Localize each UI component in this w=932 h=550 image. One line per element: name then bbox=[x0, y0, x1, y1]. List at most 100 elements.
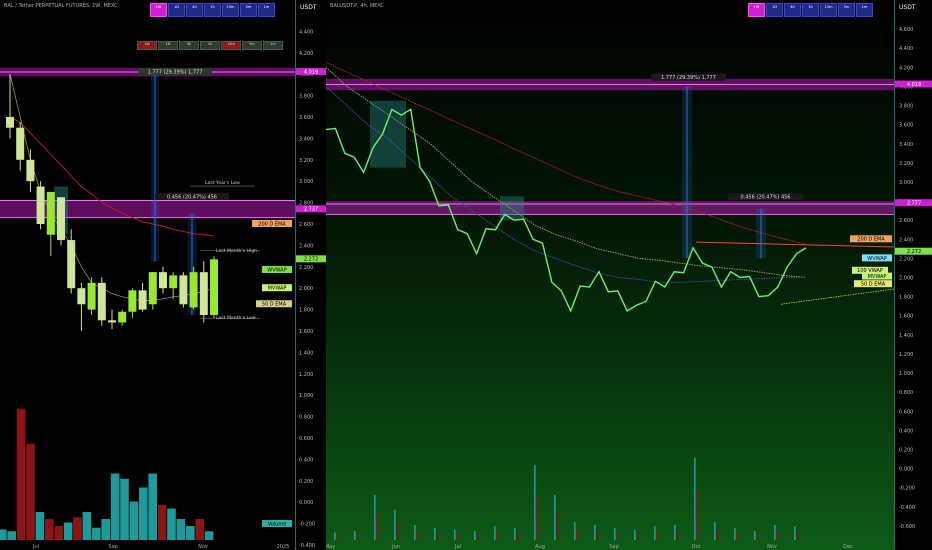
timeframe-tag-1h: 1h bbox=[200, 41, 220, 50]
x-tick-label: Jul bbox=[32, 544, 39, 550]
x-tick-label: Sep bbox=[609, 544, 618, 550]
y-tick-label: 3.000 bbox=[899, 180, 913, 186]
x-tick-label: Oct bbox=[692, 544, 701, 550]
volume-bar bbox=[7, 531, 17, 540]
volume-bar bbox=[597, 531, 599, 540]
candle-body bbox=[6, 117, 14, 128]
resistance-line bbox=[695, 241, 894, 248]
volume-bar bbox=[777, 531, 779, 540]
volume-bar bbox=[374, 495, 376, 540]
y-tick-label: 0.400 bbox=[899, 428, 913, 434]
y-tick-label: 0.800 bbox=[899, 390, 913, 396]
y-tick-label: -0.600 bbox=[899, 524, 915, 530]
y-tick-label: 3.200 bbox=[299, 158, 313, 164]
volume-bar bbox=[92, 527, 101, 540]
volume-bar bbox=[176, 519, 186, 540]
y-tick-label: 3.800 bbox=[899, 104, 913, 110]
volume-bar bbox=[454, 529, 456, 540]
volume-bar bbox=[577, 529, 579, 540]
y-tick-label: -0.200 bbox=[899, 486, 915, 492]
timeframe-button-1m[interactable]: 1m bbox=[856, 3, 873, 17]
x-tick-label: Jun bbox=[391, 544, 400, 550]
timeframe-button-1w[interactable]: 1W bbox=[150, 3, 167, 17]
y-tick-label: -0.200 bbox=[299, 522, 315, 528]
volume-bar bbox=[617, 532, 619, 540]
volume-bar bbox=[734, 528, 736, 540]
timeframe-button-5m[interactable]: 5m bbox=[838, 3, 855, 17]
left-chart-title: BAL / Tether PERPETUAL FUTURES, 1W, MEXC bbox=[4, 3, 118, 9]
timeframe-button-4h[interactable]: 4h bbox=[186, 3, 203, 17]
timeframe-button-1h[interactable]: 1h bbox=[802, 3, 819, 17]
y-tick-label: 2.400 bbox=[899, 237, 913, 243]
volume-bar bbox=[35, 512, 45, 540]
volume-bar bbox=[774, 525, 776, 540]
timeframe-button-15m[interactable]: 15m bbox=[222, 3, 239, 17]
y-tick-label: 3.400 bbox=[899, 142, 913, 148]
timeframe-button-1d[interactable]: 1D bbox=[766, 3, 783, 17]
y-tick-label: 3.400 bbox=[299, 136, 313, 142]
candle-body bbox=[128, 290, 137, 312]
mid-price-tag: 2.737 bbox=[304, 207, 318, 213]
y-tick-label: 1.600 bbox=[899, 314, 913, 320]
volume-bar bbox=[517, 532, 519, 540]
right-chart-canvas[interactable]: 1.777 (29.39%) 1,777 0.456 (20.47%) 456 20… bbox=[326, 0, 894, 550]
x-tick-label: Nov bbox=[767, 544, 777, 550]
volume-bar bbox=[754, 531, 756, 540]
last-year-low-label: Last Year's Low bbox=[205, 180, 240, 186]
volume-bar bbox=[737, 532, 739, 540]
x-tick-label: May bbox=[326, 544, 335, 550]
ema50-tag: 50 D EMA bbox=[262, 302, 287, 308]
volume-bar bbox=[677, 531, 679, 540]
volume-bar bbox=[377, 513, 379, 540]
y-tick-label: 2.000 bbox=[899, 276, 913, 282]
timeframe-tag-1d: 1D bbox=[158, 41, 178, 50]
y-tick-label: 1.400 bbox=[299, 350, 313, 356]
measure-label-1: 1.777 (29.39%) 1,777 bbox=[661, 75, 716, 81]
left-chart-canvas[interactable]: 1.777 (29.39%) 1,777 0.456 (20.47%) 456 La… bbox=[0, 0, 295, 550]
right-chart-title: BALUSDT.P, 4h, MEXC bbox=[330, 3, 384, 9]
left-price-axis[interactable]: 4.400 4.200 4.000 3.800 3.600 3.400 3.200 3.000… bbox=[295, 0, 326, 550]
volume-bar bbox=[497, 531, 499, 540]
y-tick-label: 4.200 bbox=[899, 65, 913, 71]
mvwap-tag: MVWAP bbox=[268, 286, 287, 292]
volume-bar bbox=[101, 519, 110, 540]
candle-body bbox=[16, 127, 25, 160]
volume-bar bbox=[16, 408, 26, 540]
timeframe-button-1h[interactable]: 1h bbox=[204, 3, 221, 17]
right-chart-pane[interactable]: 1.777 (29.39%) 1,777 0.456 (20.47%) 456 20… bbox=[326, 0, 894, 550]
timeframe-button-1w[interactable]: 1W bbox=[748, 3, 765, 17]
candle-body bbox=[138, 290, 147, 310]
timeframe-button-1d[interactable]: 1D bbox=[168, 3, 185, 17]
y-tick-label: -0.400 bbox=[899, 505, 915, 511]
volume-bar bbox=[157, 505, 167, 540]
left-timeframe-buttons: 1W 1D 4h 1h 15m 5m 1m bbox=[150, 3, 275, 17]
y-tick-label: 0.600 bbox=[899, 409, 913, 415]
volume-bar bbox=[594, 525, 596, 540]
y-tick-label: 1.000 bbox=[899, 371, 913, 377]
volume-bar bbox=[394, 510, 396, 540]
right-axis-canvas: 4.6004.4004.2004.0003.8003.6003.4003.200… bbox=[895, 27, 932, 530]
volume-bar bbox=[120, 478, 129, 540]
last-month-high-label: Last Month's High bbox=[216, 248, 257, 254]
right-price-axis[interactable]: 4.6004.4004.2004.0003.8003.6003.4003.200… bbox=[894, 0, 932, 550]
timeframe-button-5m[interactable]: 5m bbox=[240, 3, 257, 17]
left-axis-canvas: 4.4004.2004.0003.8003.6003.4003.2003.000… bbox=[296, 29, 326, 549]
mid-price-tag: 2.777 bbox=[907, 201, 921, 207]
timeframe-button-4h[interactable]: 4h bbox=[784, 3, 801, 17]
volume-bar bbox=[434, 528, 436, 540]
ema200-tag: 200 D EMA bbox=[258, 221, 286, 227]
y-tick-label: 2.600 bbox=[299, 222, 313, 228]
left-chart-pane[interactable]: 1.777 (29.39%) 1,777 0.456 (20.47%) 456 La… bbox=[0, 0, 295, 550]
x-tick-label: Aug bbox=[535, 544, 545, 550]
volume-bar bbox=[357, 534, 359, 540]
y-tick-label: 3.600 bbox=[899, 123, 913, 129]
timeframe-button-1m[interactable]: 1m bbox=[258, 3, 275, 17]
volume-bar bbox=[397, 522, 399, 540]
y-tick-label: 1.600 bbox=[299, 329, 313, 335]
volume-bar bbox=[697, 490, 699, 540]
candle-body bbox=[97, 282, 106, 321]
timeframe-tag-1m: 1m bbox=[263, 41, 283, 50]
candle-body bbox=[199, 272, 208, 315]
timeframe-button-15m[interactable]: 15m bbox=[820, 3, 837, 17]
y-tick-label: 0.400 bbox=[299, 457, 313, 463]
